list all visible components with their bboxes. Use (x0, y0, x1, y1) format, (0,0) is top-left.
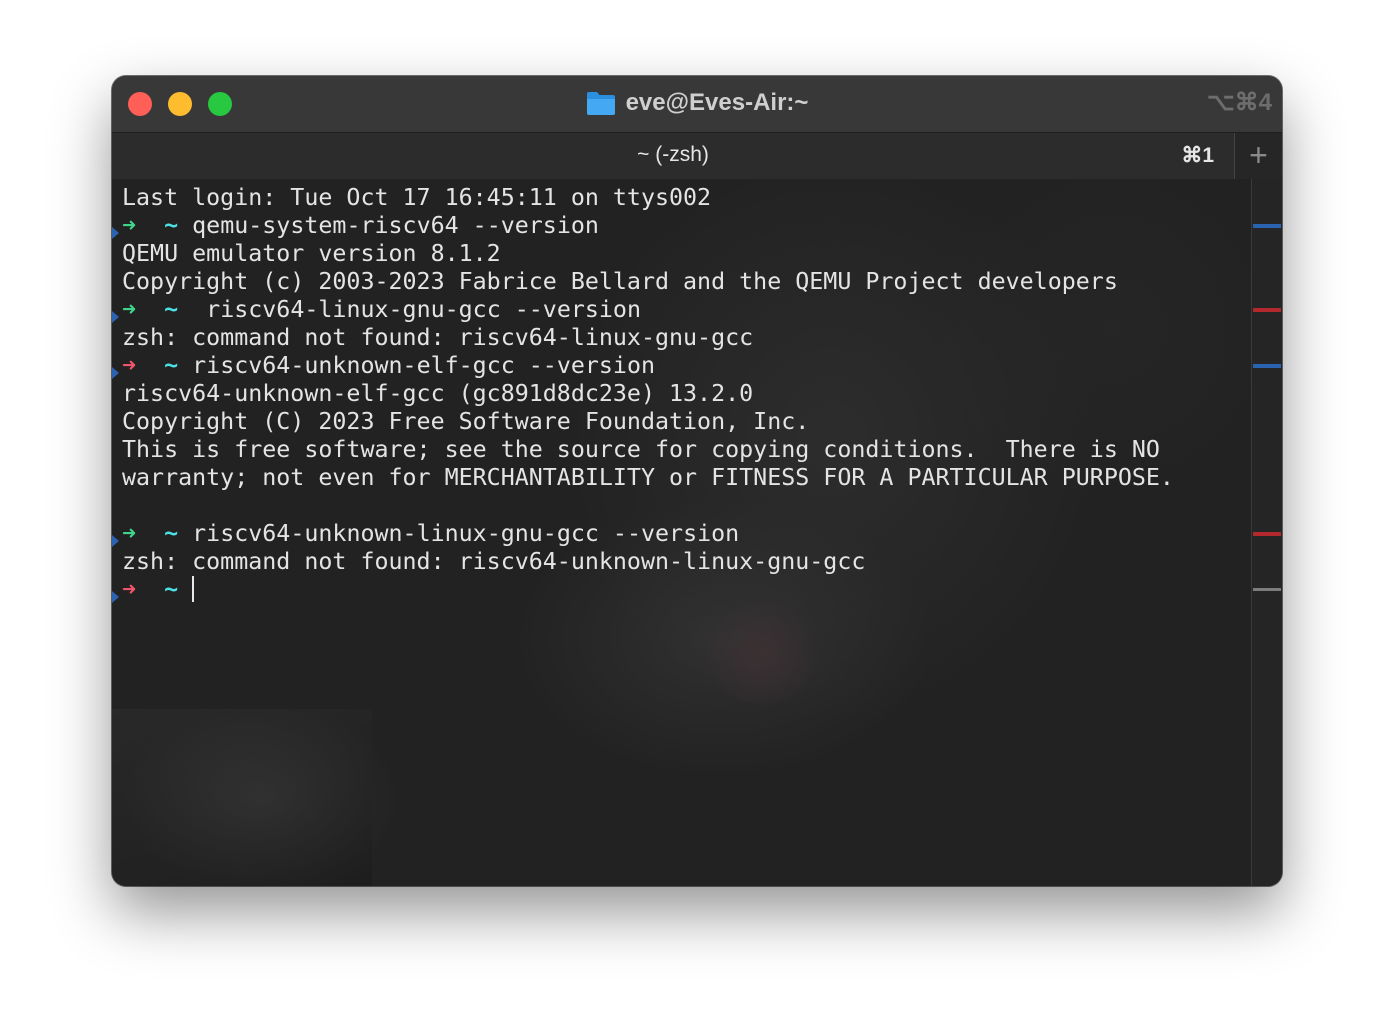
background-image-band (112, 709, 372, 886)
folder-icon (586, 90, 616, 116)
prompt-directory: ~ (164, 296, 179, 323)
prompt-arrow-icon: ➜ (122, 520, 137, 547)
prompt-directory: ~ (164, 352, 179, 379)
terminal-content[interactable]: Last login: Tue Oct 17 16:45:11 on ttys0… (112, 179, 1252, 886)
output-line: QEMU emulator version 8.1.2 (122, 240, 501, 267)
tab-zsh[interactable]: ~ (-zsh) ⌘1 (112, 133, 1234, 179)
output-line: Copyright (C) 2023 Free Software Foundat… (122, 408, 810, 435)
prompt-mark-icon (112, 220, 122, 239)
command-text: qemu-system-riscv64 --version (192, 212, 599, 239)
scrollbar[interactable] (1251, 179, 1282, 886)
scrollbar-mark[interactable] (1253, 308, 1281, 312)
command-text: riscv64-unknown-elf-gcc --version (192, 352, 656, 379)
scrollbar-mark[interactable] (1253, 224, 1281, 228)
prompt-mark-icon (112, 584, 122, 603)
tab-bar: ~ (-zsh) ⌘1 + (112, 132, 1282, 180)
scrollbar-mark[interactable] (1253, 588, 1281, 591)
text-cursor (192, 576, 195, 602)
command-text: riscv64-unknown-linux-gnu-gcc --version (192, 520, 740, 547)
window-title-text: eve@Eves-Air:~ (625, 89, 809, 116)
prompt-mark-icon (112, 360, 122, 379)
prompt-mark-icon (112, 528, 122, 547)
prompt-mark-icon (112, 304, 122, 323)
tab-label: ~ (-zsh) (637, 143, 709, 166)
prompt-line: ➜ ~ riscv64-unknown-elf-gcc --version (122, 352, 1174, 380)
output-line: Copyright (c) 2003-2023 Fabrice Bellard … (122, 268, 1118, 295)
prompt-line: ➜ ~ qemu-system-riscv64 --version (122, 212, 1174, 240)
output-line: warranty; not even for MERCHANTABILITY o… (122, 464, 1174, 491)
prompt-line: ➜ ~ riscv64-linux-gnu-gcc --version (122, 296, 1174, 324)
scrollbar-mark[interactable] (1253, 364, 1281, 368)
terminal-output: Last login: Tue Oct 17 16:45:11 on ttys0… (112, 184, 1174, 604)
prompt-line: ➜ ~ riscv64-unknown-linux-gnu-gcc --vers… (122, 520, 1174, 548)
prompt-directory: ~ (164, 212, 179, 239)
output-line: This is free software; see the source fo… (122, 436, 1160, 463)
prompt-arrow-icon: ➜ (122, 352, 137, 379)
output-line: riscv64-unknown-elf-gcc (gc891d8dc23e) 1… (122, 380, 754, 407)
prompt-arrow-icon: ➜ (122, 576, 137, 603)
prompt-directory: ~ (164, 576, 179, 603)
prompt-arrow-icon: ➜ (122, 212, 137, 239)
command-text: riscv64-linux-gnu-gcc --version (192, 296, 641, 323)
output-line: zsh: command not found: riscv64-unknown-… (122, 548, 866, 575)
title-bar[interactable]: eve@Eves-Air:~ ⌥⌘4 (112, 76, 1282, 132)
new-tab-button[interactable]: + (1234, 133, 1282, 179)
terminal-window: eve@Eves-Air:~ ⌥⌘4 ~ (-zsh) ⌘1 + Last lo… (112, 76, 1282, 886)
prompt-line: ➜ ~ (122, 576, 1174, 604)
window-shortcut: ⌥⌘4 (1206, 89, 1272, 116)
background-image (702, 594, 822, 704)
window-title: eve@Eves-Air:~ (112, 88, 1282, 118)
output-line: zsh: command not found: riscv64-linux-gn… (122, 324, 754, 351)
prompt-directory: ~ (164, 520, 179, 547)
plus-icon: + (1249, 137, 1268, 173)
tab-shortcut: ⌘1 (1181, 144, 1214, 167)
scrollbar-mark[interactable] (1253, 532, 1281, 536)
output-line: Last login: Tue Oct 17 16:45:11 on ttys0… (122, 184, 712, 211)
prompt-arrow-icon: ➜ (122, 296, 137, 323)
